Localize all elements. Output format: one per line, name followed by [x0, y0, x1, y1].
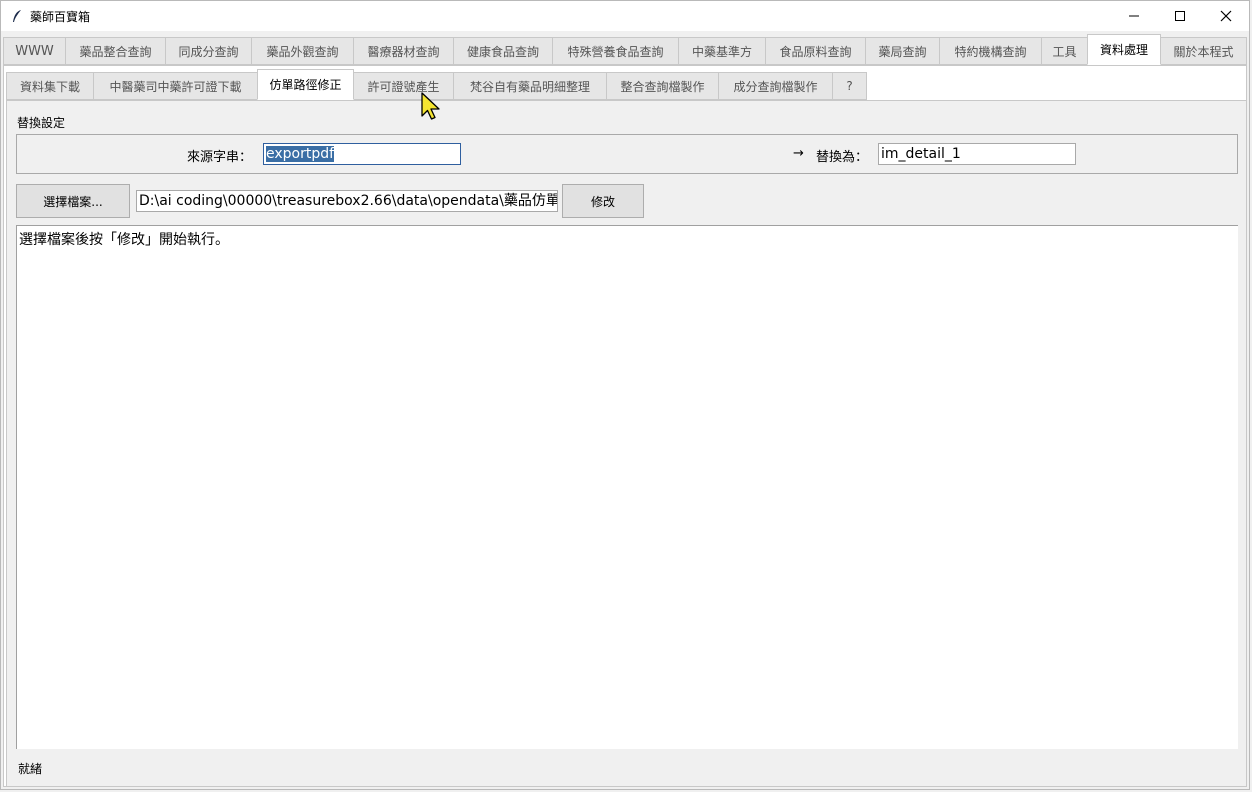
tab-medical-device-search[interactable]: 醫療器材查詢 — [353, 37, 454, 65]
file-path-value: D:\ai coding\00000\treasurebox2.66\data\… — [139, 193, 558, 209]
log-text: 選擇檔案後按「修改」開始執行。 — [19, 232, 229, 248]
tab-integrated-search-file[interactable]: 整合查詢檔製作 — [606, 72, 719, 100]
title-bar: 藥師百寶箱 — [1, 1, 1249, 31]
app-window: 藥師百寶箱 WWW 藥品整合查詢 同成分查詢 藥品外觀查詢 醫療器材查詢 健康食… — [0, 0, 1250, 790]
tab-tools[interactable]: 工具 — [1041, 37, 1088, 65]
tab-leaflet-path-fix[interactable]: 仿單路徑修正 — [257, 69, 354, 100]
close-button[interactable] — [1203, 1, 1249, 31]
tab-tcm-license-download[interactable]: 中醫藥司中藥許可證下載 — [93, 72, 258, 100]
replace-with-label: 替換為： — [816, 150, 869, 165]
tab-about[interactable]: 關於本程式 — [1160, 37, 1247, 65]
replace-with-input[interactable]: im_detail_1 — [878, 143, 1076, 165]
source-string-input[interactable]: exportpdf — [263, 143, 461, 165]
tab-dataset-download[interactable]: 資料集下載 — [6, 72, 94, 100]
tab-ingredient-search-file[interactable]: 成分查詢檔製作 — [718, 72, 833, 100]
feather-icon — [10, 9, 24, 23]
main-tab-bar: WWW 藥品整合查詢 同成分查詢 藥品外觀查詢 醫療器材查詢 健康食品查詢 特殊… — [3, 34, 1247, 65]
window-controls — [1111, 1, 1249, 31]
maximize-icon — [1175, 11, 1185, 21]
status-bar: 就緒 — [18, 762, 43, 776]
log-textarea[interactable]: 選擇檔案後按「修改」開始執行。 — [16, 226, 1238, 749]
tab-drug-appearance-search[interactable]: 藥品外觀查詢 — [251, 37, 354, 65]
replace-settings-label: 替換設定 — [17, 116, 66, 130]
modify-button[interactable]: 修改 — [562, 184, 644, 218]
mouse-pointer-icon — [420, 92, 442, 125]
tab-help[interactable]: ? — [832, 72, 867, 100]
tab-food-ingredient-search[interactable]: 食品原料查詢 — [765, 37, 866, 65]
tab-contracted-institution-search[interactable]: 特約機構查詢 — [939, 37, 1042, 65]
close-icon — [1220, 10, 1232, 22]
source-string-label: 來源字串： — [187, 150, 253, 165]
tab-pharmacy-search[interactable]: 藥局查詢 — [865, 37, 940, 65]
tab-same-ingredient-search[interactable]: 同成分查詢 — [165, 37, 252, 65]
tab-data-processing[interactable]: 資料處理 — [1087, 34, 1161, 65]
maximize-button[interactable] — [1157, 1, 1203, 31]
tab-drug-integrated-search[interactable]: 藥品整合查詢 — [65, 37, 166, 65]
replace-with-value: im_detail_1 — [881, 146, 961, 162]
source-string-value: exportpdf — [266, 146, 335, 162]
tab-www[interactable]: WWW — [3, 37, 66, 65]
tab-vangogh-drug-list[interactable]: 梵谷自有藥品明細整理 — [453, 72, 607, 100]
file-path-input[interactable]: D:\ai coding\00000\treasurebox2.66\data\… — [136, 190, 558, 212]
window-title: 藥師百寶箱 — [30, 9, 91, 24]
minimize-button[interactable] — [1111, 1, 1157, 31]
choose-file-button[interactable]: 選擇檔案... — [16, 184, 130, 218]
tab-special-nutrition-search[interactable]: 特殊營養食品查詢 — [552, 37, 679, 65]
minimize-icon — [1129, 15, 1139, 17]
tab-health-food-search[interactable]: 健康食品查詢 — [453, 37, 553, 65]
arrow-label: → — [793, 146, 804, 161]
tab-tcm-formula[interactable]: 中藥基準方 — [678, 37, 766, 65]
